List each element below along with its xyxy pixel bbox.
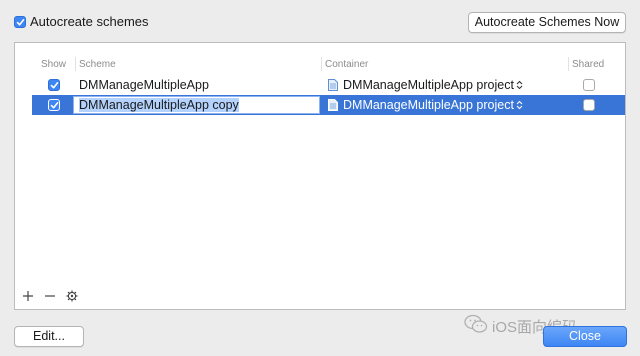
checkmark-icon: [16, 18, 25, 26]
remove-icon[interactable]: [43, 289, 57, 303]
container-select[interactable]: DMManageMultipleApp project: [328, 98, 523, 112]
header-show[interactable]: Show: [41, 59, 66, 70]
show-checkbox[interactable]: [48, 99, 60, 111]
autocreate-schemes-now-button[interactable]: Autocreate Schemes Now: [468, 12, 626, 33]
table-row[interactable]: DMManageMultipleApp DMManageMultipleApp …: [32, 75, 625, 95]
top-bar: Autocreate schemes Autocreate Schemes No…: [14, 12, 626, 33]
autocreate-schemes-checkbox[interactable]: Autocreate schemes: [14, 14, 149, 29]
watermark: iOS面向编码: [464, 314, 577, 338]
header-scheme[interactable]: Scheme: [79, 59, 116, 70]
header-container[interactable]: Container: [325, 59, 368, 70]
close-button[interactable]: Close: [543, 326, 627, 347]
schemes-table: Show Scheme Container Shared DMManageMul…: [14, 42, 626, 310]
scheme-name-field[interactable]: DMManageMultipleApp copy: [73, 96, 320, 114]
add-icon[interactable]: [21, 289, 35, 303]
wechat-logo-icon: [464, 314, 488, 333]
checkmark-icon: [50, 102, 59, 109]
project-file-icon: [328, 98, 338, 111]
header-shared[interactable]: Shared: [572, 59, 604, 70]
scheme-name-selection: DMManageMultipleApp copy: [79, 98, 239, 112]
table-header: Show Scheme Container Shared: [15, 57, 625, 73]
column-divider: [75, 57, 76, 71]
column-divider: [321, 57, 322, 71]
table-row-selected[interactable]: DMManageMultipleApp copy DMManageMultipl…: [32, 95, 625, 115]
show-checkbox[interactable]: [48, 79, 60, 91]
edit-button[interactable]: Edit...: [14, 326, 84, 347]
column-divider: [568, 57, 569, 71]
autocreate-label: Autocreate schemes: [30, 14, 149, 29]
chevron-updown-icon: [516, 100, 523, 109]
container-label: DMManageMultipleApp project: [343, 78, 514, 92]
scheme-name: DMManageMultipleApp: [79, 78, 209, 92]
project-file-icon: [328, 78, 338, 91]
autocreate-checkbox-box[interactable]: [14, 15, 26, 28]
chevron-updown-icon: [516, 80, 523, 89]
container-select[interactable]: DMManageMultipleApp project: [328, 78, 523, 92]
shared-checkbox[interactable]: [583, 79, 595, 91]
shared-checkbox[interactable]: [583, 99, 595, 111]
container-label: DMManageMultipleApp project: [343, 98, 514, 112]
checkmark-icon: [50, 82, 59, 89]
gear-icon[interactable]: [65, 289, 79, 303]
